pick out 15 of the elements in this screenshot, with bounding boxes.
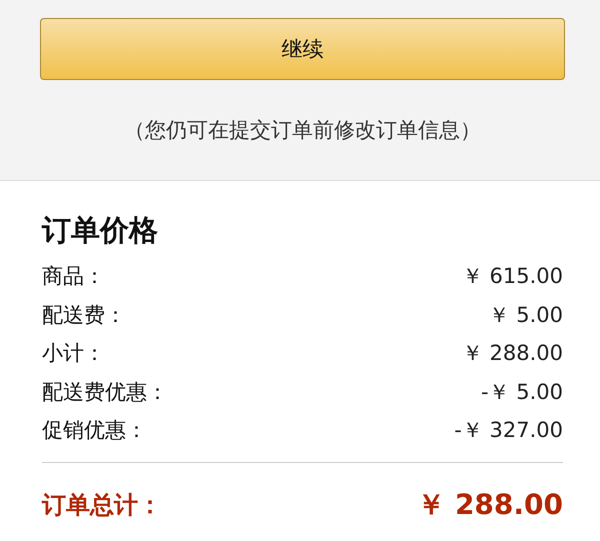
section-title: 订单价格 bbox=[42, 212, 159, 249]
total-label: 订单总计： bbox=[42, 490, 162, 520]
price-label: 配送费优惠： bbox=[42, 378, 168, 406]
price-value: ￥ 615.00 bbox=[462, 263, 563, 290]
price-value: -￥ 5.00 bbox=[480, 378, 563, 406]
edit-note: （您仍可在提交订单前修改订单信息） bbox=[123, 117, 482, 144]
price-value: -￥ 327.00 bbox=[454, 417, 563, 444]
price-value: ￥ 288.00 bbox=[462, 340, 563, 368]
price-value: ￥ 5.00 bbox=[488, 302, 563, 329]
total-value: ￥ 288.00 bbox=[417, 486, 563, 522]
price-label: 促销优惠： bbox=[42, 417, 147, 444]
continue-button[interactable]: 继续 bbox=[40, 18, 565, 80]
price-label: 小计： bbox=[42, 340, 105, 368]
price-label: 商品： bbox=[42, 263, 105, 290]
price-label: 配送费： bbox=[42, 302, 126, 329]
